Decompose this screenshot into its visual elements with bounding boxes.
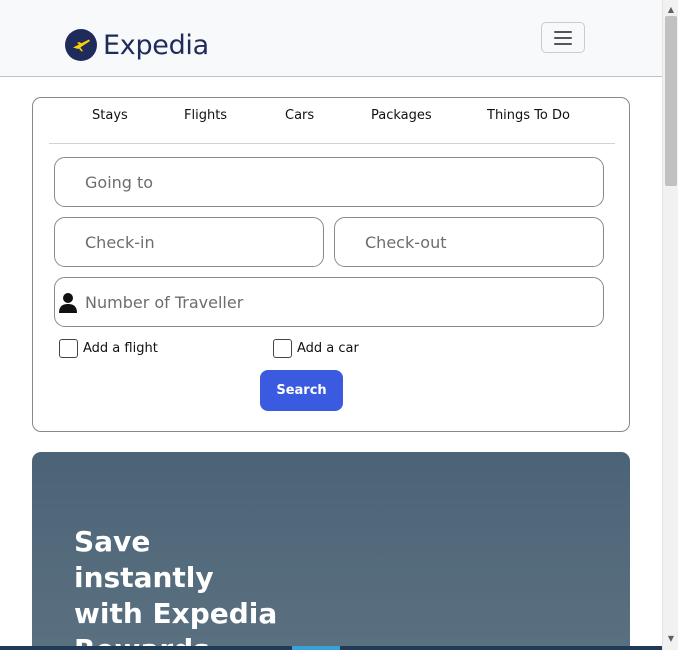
search-card: Stays Flights Cars Packages Things To Do… bbox=[32, 97, 630, 432]
destination-input[interactable] bbox=[85, 172, 603, 192]
add-flight-label: Add a flight bbox=[83, 341, 158, 356]
tab-cars[interactable]: Cars bbox=[285, 108, 314, 123]
tab-things-to-do[interactable]: Things To Do bbox=[487, 108, 570, 123]
hamburger-icon bbox=[554, 30, 572, 33]
checkin-field bbox=[54, 217, 324, 267]
search-tabs: Stays Flights Cars Packages Things To Do bbox=[49, 98, 615, 144]
hero-title: Save instantly with Expedia Rewards bbox=[74, 525, 278, 650]
add-car-checkbox[interactable] bbox=[273, 339, 292, 358]
tab-packages[interactable]: Packages bbox=[371, 108, 432, 123]
travellers-field bbox=[54, 277, 604, 327]
navbar-toggle-button[interactable] bbox=[541, 22, 585, 53]
add-flight-option: Add a flight bbox=[59, 339, 158, 358]
scrollbar-thumb[interactable] bbox=[665, 16, 677, 186]
top-navbar: Expedia bbox=[0, 0, 662, 77]
checkout-input[interactable] bbox=[365, 232, 603, 252]
plane-logo-icon bbox=[65, 29, 97, 61]
expedia-logo[interactable]: Expedia bbox=[65, 29, 209, 61]
checkout-field bbox=[334, 217, 604, 267]
search-button[interactable]: Search bbox=[260, 370, 343, 411]
travellers-input[interactable] bbox=[85, 292, 603, 312]
add-car-option: Add a car bbox=[273, 339, 359, 358]
add-car-label: Add a car bbox=[297, 341, 359, 356]
tab-flights[interactable]: Flights bbox=[184, 108, 227, 123]
destination-field bbox=[54, 157, 604, 207]
add-flight-checkbox[interactable] bbox=[59, 339, 78, 358]
checkin-input[interactable] bbox=[85, 232, 323, 252]
bottom-strip bbox=[0, 646, 662, 650]
rewards-hero-banner: Save instantly with Expedia Rewards bbox=[32, 452, 630, 650]
vertical-scrollbar[interactable]: ▲ ▼ bbox=[662, 0, 678, 650]
tab-stays[interactable]: Stays bbox=[92, 108, 128, 123]
person-icon bbox=[59, 293, 77, 313]
brand-name: Expedia bbox=[103, 29, 209, 61]
scroll-up-arrow-icon[interactable]: ▲ bbox=[663, 3, 678, 15]
scroll-down-arrow-icon[interactable]: ▼ bbox=[663, 632, 678, 644]
page-viewport: Expedia Stays Flights Cars Packages Thin… bbox=[0, 0, 662, 650]
